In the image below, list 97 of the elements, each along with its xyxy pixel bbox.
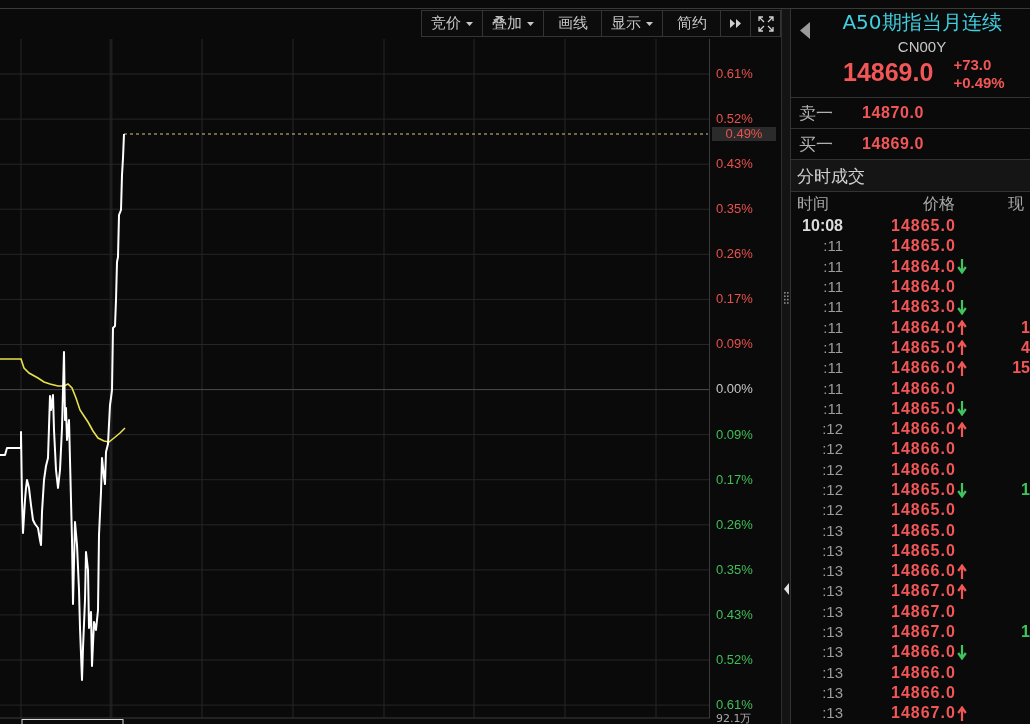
axis-label: 0.35% [716,561,753,578]
trade-price: 14866.0 [891,460,956,479]
trade-time: :13 [822,683,843,702]
trade-time: :13 [822,704,843,723]
trade-volume: 1 [1021,623,1030,641]
trade-volume: 1 [1021,318,1030,336]
trade-price: 14866.0 [891,420,956,439]
trade-time: :11 [823,298,843,317]
axis-label: 0.52% [716,111,753,128]
trade-price: 14867.0 [891,623,956,642]
axis-label: 0.35% [716,201,753,218]
price-change: +73.0 [953,56,992,74]
trade-time: :11 [823,338,843,357]
column-header: 时间 [797,194,829,214]
axis-label: 0.17% [716,471,753,488]
trade-price: 14863.0 [891,298,956,317]
toolbar-button[interactable]: 画线 [543,10,601,37]
last-price: 14869.0 [843,58,934,86]
current-change-label: 0.49% [712,127,776,141]
trade-price: 14864.0 [891,278,956,297]
trade-price: 14866.0 [891,643,956,662]
trade-time: :11 [823,237,843,256]
axis-label: 0.00% [716,381,753,398]
trade-time: :13 [822,623,843,642]
change-percent: +0.49% [953,74,1005,92]
fast-forward-icon [730,19,741,28]
trade-price: 14865.0 [891,338,956,357]
trade-price: 14865.0 [891,237,956,256]
instrument-title: A50期指当月连续 [842,9,1002,36]
trade-time: :12 [822,460,843,479]
trade-time: :13 [822,602,843,621]
trade-time: :13 [822,582,843,601]
trade-time: 10:08 [802,217,843,236]
trade-price: 14865.0 [891,399,956,418]
trade-price: 14864.0 [891,257,956,276]
trade-time: :13 [822,521,843,540]
toolbar-button[interactable]: 竞价 [421,10,482,37]
fullscreen-button[interactable] [750,10,781,37]
trade-time: :11 [823,257,843,276]
trade-time: :11 [823,379,843,398]
trade-price: 14866.0 [891,440,956,459]
section-title: 分时成交 [797,164,865,187]
volume-axis-label: 92.1万 [715,713,752,724]
fast-forward-button[interactable] [720,10,750,37]
axis-label: 0.43% [716,606,753,623]
trade-price: 14864.0 [891,318,956,337]
axis-label: 0.61% [716,696,753,713]
trade-time: :13 [822,643,843,662]
trade-time: :12 [822,481,843,499]
trade-price: 14865.0 [891,217,956,236]
trade-time: :13 [822,663,843,682]
column-header: 现 [1008,194,1024,214]
trade-volume: 15 [1012,359,1030,377]
trade-price: 14865.0 [891,501,956,520]
trade-price: 14866.0 [891,683,956,702]
axis-label: 0.43% [716,156,753,173]
axis-label: 0.61% [716,66,753,82]
trade-price: 14865.0 [891,521,956,540]
trade-price: 14867.0 [891,704,956,723]
order-book-price: 14869.0 [862,134,925,154]
axis-label: 0.26% [716,516,753,533]
order-book-price: 14870.0 [862,103,925,123]
toolbar-button[interactable]: 简约 [662,10,720,37]
axis-label: 0.17% [716,291,753,308]
order-book-label: 卖一 [799,103,834,123]
trade-price: 14867.0 [891,602,956,621]
trade-price: 14867.0 [891,582,956,601]
splitter-grip-icon [783,292,789,304]
axis-label: 0.52% [716,651,753,668]
trade-time: :12 [822,501,843,520]
trade-time: :11 [823,318,843,337]
fullscreen-icon [757,15,774,32]
axis-label: 0.09% [716,336,753,353]
trade-price: 14866.0 [891,663,956,682]
trade-volume: 4 [1021,338,1030,356]
toolbar-button[interactable]: 叠加 [482,10,543,37]
order-book-label: 买一 [799,134,834,154]
back-arrow-icon[interactable] [800,22,810,39]
trade-price: 14865.0 [891,541,956,560]
collapse-arrow-icon[interactable] [783,583,789,595]
column-header: 价格 [923,194,955,214]
trade-time: :13 [822,541,843,560]
trade-time: :12 [822,420,843,439]
axis-label: 0.26% [716,246,753,263]
trade-volume: 1 [1021,481,1030,498]
trade-time: :12 [822,440,843,459]
trade-price: 14866.0 [891,562,956,581]
trade-price: 14866.0 [891,379,956,398]
trade-price: 14866.0 [891,359,956,378]
trade-time: :11 [823,399,843,418]
axis-label: 0.09% [716,426,753,443]
toolbar-button[interactable]: 显示 [601,10,662,37]
trade-time: :13 [822,562,843,581]
instrument-code: CN00Y [897,37,947,57]
trade-time: :11 [823,278,843,297]
trade-time: :11 [823,359,843,378]
trade-price: 14865.0 [891,481,956,499]
